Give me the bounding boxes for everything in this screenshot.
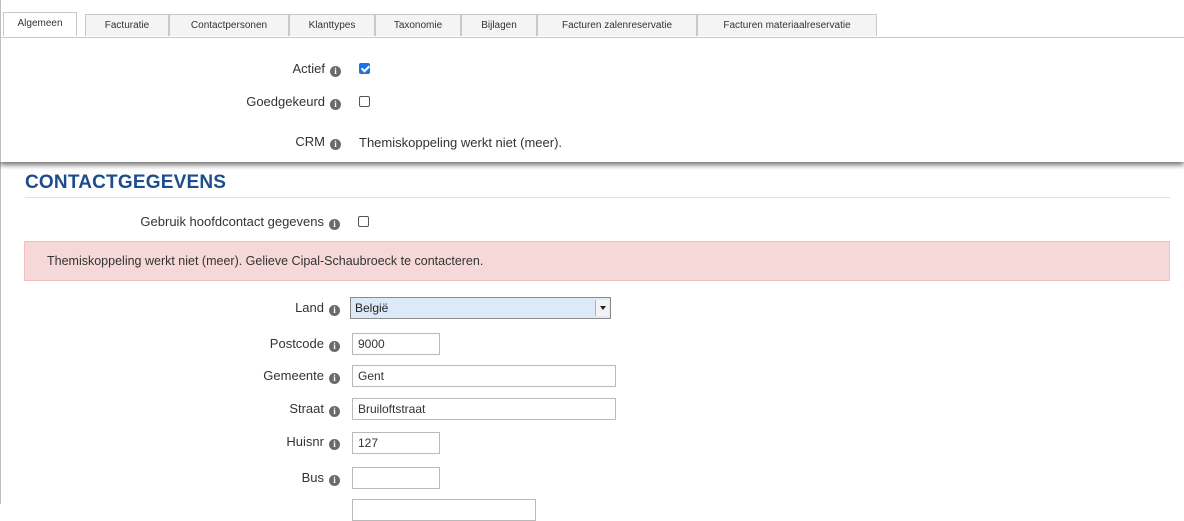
crm-row: CRM i [1,132,341,152]
tab-facturatie[interactable]: Facturatie [85,14,169,36]
bus-row: Bus i [0,468,340,488]
info-icon[interactable]: i [329,406,340,417]
info-icon[interactable]: i [330,139,341,150]
use-main-contact-row: Gebruik hoofdcontact gegevens i [0,212,340,232]
goedgekeurd-checkbox[interactable] [359,96,370,107]
goedgekeurd-label: Goedgekeurd i [246,92,341,112]
tab-bar: Algemeen Facturatie Contactpersonen Klan… [1,12,1184,38]
tab-klanttypes[interactable]: Klanttypes [289,14,375,36]
tab-contactpersonen[interactable]: Contactpersonen [169,14,289,36]
land-select-value: België [355,301,389,315]
gemeente-input[interactable]: Gent [352,365,616,387]
next-field-input[interactable] [352,499,536,521]
info-icon[interactable]: i [329,439,340,450]
tab-taxonomie[interactable]: Taxonomie [375,14,461,36]
gemeente-row: Gemeente i [0,366,340,386]
info-icon[interactable]: i [329,373,340,384]
error-alert: Themiskoppeling werkt niet (meer). Gelie… [24,241,1170,281]
tab-facturen-zalenreservatie[interactable]: Facturen zalenreservatie [537,14,697,36]
section-title-contactgegevens: CONTACTGEGEVENS [25,172,227,193]
crm-label: CRM i [295,132,341,152]
use-main-contact-label: Gebruik hoofdcontact gegevens i [140,212,340,232]
info-icon[interactable]: i [329,219,340,230]
use-main-contact-checkbox[interactable] [358,216,369,227]
land-label: Land i [295,298,340,318]
bus-input[interactable] [352,467,440,489]
info-icon[interactable]: i [329,305,340,316]
postcode-label: Postcode i [270,334,340,354]
actief-checkbox[interactable] [359,63,370,74]
huisnr-label: Huisnr i [286,432,340,452]
tab-algemeen[interactable]: Algemeen [3,12,77,36]
section-divider [25,197,1170,198]
actief-row: Actief i [1,59,341,79]
bus-label: Bus i [302,468,340,488]
straat-label: Straat i [289,399,340,419]
info-icon[interactable]: i [330,66,341,77]
info-icon[interactable]: i [329,475,340,486]
land-select[interactable]: België [350,297,611,319]
info-icon[interactable]: i [330,99,341,110]
chevron-down-icon[interactable] [595,300,609,316]
info-icon[interactable]: i [329,341,340,352]
land-row: Land i [0,298,340,318]
general-panel: Algemeen Facturatie Contactpersonen Klan… [0,0,1184,162]
tab-facturen-materiaalreservatie[interactable]: Facturen materiaalreservatie [697,14,877,36]
crm-value: Themiskoppeling werkt niet (meer). [359,135,563,150]
postcode-input[interactable]: 9000 [352,333,440,355]
actief-label: Actief i [292,59,341,79]
huisnr-row: Huisnr i [0,432,340,452]
goedgekeurd-row: Goedgekeurd i [1,92,341,112]
straat-row: Straat i [0,399,340,419]
postcode-row: Postcode i [0,334,340,354]
huisnr-input[interactable]: 127 [352,432,440,454]
gemeente-label: Gemeente i [263,366,340,386]
straat-input[interactable]: Bruiloftstraat [352,398,616,420]
tab-bijlagen[interactable]: Bijlagen [461,14,537,36]
